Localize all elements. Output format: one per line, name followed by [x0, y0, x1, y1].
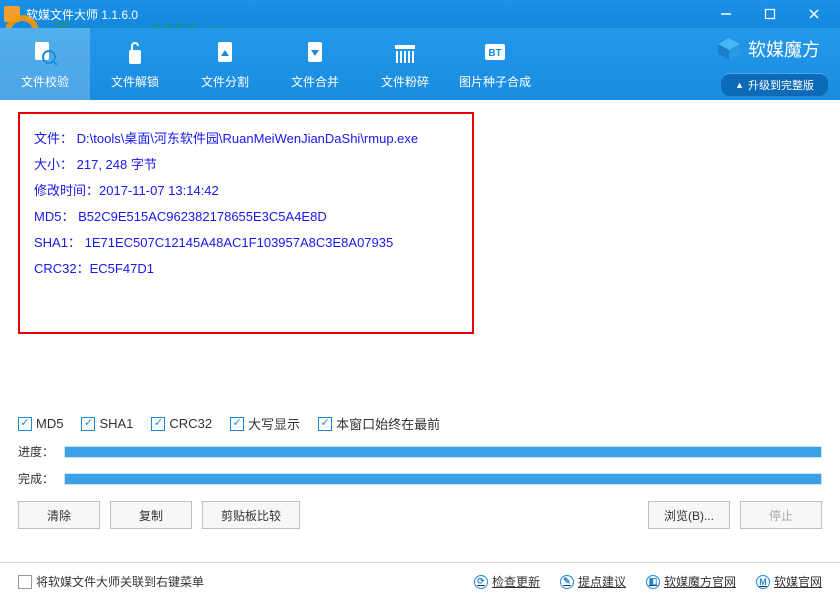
progress-row: 进度：	[18, 443, 822, 460]
check-update-link[interactable]: ⟳检查更新	[474, 573, 540, 590]
tab-label: 文件合并	[291, 73, 339, 90]
tab-file-verify[interactable]: 文件校验	[0, 28, 90, 100]
refresh-icon: ⟳	[474, 575, 488, 589]
checkbox-sha1[interactable]: SHA1	[81, 416, 133, 431]
button-row: 清除 复制 剪贴板比较 浏览(B)... 停止	[18, 501, 822, 529]
mofang-site-link[interactable]: ◧软媒魔方官网	[646, 573, 736, 590]
tab-file-merge[interactable]: 文件合并	[270, 28, 360, 100]
app-icon	[4, 6, 20, 22]
tab-label: 文件校验	[21, 73, 69, 90]
done-row: 完成：	[18, 470, 822, 487]
checkbox-icon	[318, 417, 332, 431]
stop-button[interactable]: 停止	[740, 501, 822, 529]
checkbox-md5[interactable]: MD5	[18, 416, 63, 431]
copy-button[interactable]: 复制	[110, 501, 192, 529]
tab-label: 图片种子合成	[459, 73, 531, 90]
toolbar: 文件校验 文件解锁 文件分割 文件合并 文件粉碎 BT 图片种子合成 软媒魔方 …	[0, 28, 840, 100]
checkbox-icon	[18, 575, 32, 589]
tab-file-unlock[interactable]: 文件解锁	[90, 28, 180, 100]
checkbox-context-menu[interactable]: 将软媒文件大师关联到右键菜单	[18, 573, 204, 590]
brand: 软媒魔方	[716, 36, 820, 62]
tab-image-torrent[interactable]: BT 图片种子合成	[450, 28, 540, 100]
done-bar	[64, 473, 822, 485]
verify-icon	[31, 39, 59, 67]
checkbox-icon	[230, 417, 244, 431]
done-label: 完成：	[18, 470, 54, 487]
upgrade-label: 升级到完整版	[748, 77, 814, 93]
ruanmei-site-link[interactable]: M软媒官网	[756, 573, 822, 590]
result-output: 文件： D:\tools\桌面\河东软件园\RuanMeiWenJianDaSh…	[18, 112, 474, 334]
checkbox-icon	[81, 417, 95, 431]
content: 文件： D:\tools\桌面\河东软件园\RuanMeiWenJianDaSh…	[0, 100, 840, 529]
checkbox-uppercase[interactable]: 大写显示	[230, 414, 300, 433]
pencil-icon: ✎	[560, 575, 574, 589]
titlebar: 软媒文件大师 1.1.6.0	[0, 0, 840, 28]
checkbox-crc32[interactable]: CRC32	[151, 416, 212, 431]
bt-icon: BT	[481, 39, 509, 67]
brand-cube-icon	[716, 36, 742, 62]
browse-button[interactable]: 浏览(B)...	[648, 501, 730, 529]
checkbox-icon	[151, 417, 165, 431]
checkbox-topmost[interactable]: 本窗口始终在最前	[318, 414, 440, 433]
options-row: MD5 SHA1 CRC32 大写显示 本窗口始终在最前	[18, 414, 822, 433]
svg-text:BT: BT	[488, 48, 501, 59]
window-title: 软媒文件大师 1.1.6.0	[26, 6, 704, 23]
minimize-button[interactable]	[704, 0, 748, 28]
progress-label: 进度：	[18, 443, 54, 460]
suggest-link[interactable]: ✎提点建议	[560, 573, 626, 590]
m-icon: M	[756, 575, 770, 589]
progress-bar	[64, 446, 822, 458]
unlock-icon	[121, 39, 149, 67]
tab-label: 文件粉碎	[381, 73, 429, 90]
split-icon	[211, 39, 239, 67]
brand-label: 软媒魔方	[748, 36, 820, 62]
merge-icon	[301, 39, 329, 67]
cube-icon: ◧	[646, 575, 660, 589]
checkbox-icon	[18, 417, 32, 431]
close-button[interactable]	[792, 0, 836, 28]
clipboard-compare-button[interactable]: 剪贴板比较	[202, 501, 300, 529]
shred-icon	[391, 39, 419, 67]
maximize-button[interactable]	[748, 0, 792, 28]
tab-file-split[interactable]: 文件分割	[180, 28, 270, 100]
tab-file-shred[interactable]: 文件粉碎	[360, 28, 450, 100]
tab-label: 文件解锁	[111, 73, 159, 90]
tab-label: 文件分割	[201, 73, 249, 90]
footer: 将软媒文件大师关联到右键菜单 ⟳检查更新 ✎提点建议 ◧软媒魔方官网 M软媒官网	[0, 562, 840, 600]
upgrade-button[interactable]: ▲ 升级到完整版	[721, 73, 828, 96]
chevron-up-icon: ▲	[735, 80, 744, 90]
clear-button[interactable]: 清除	[18, 501, 100, 529]
